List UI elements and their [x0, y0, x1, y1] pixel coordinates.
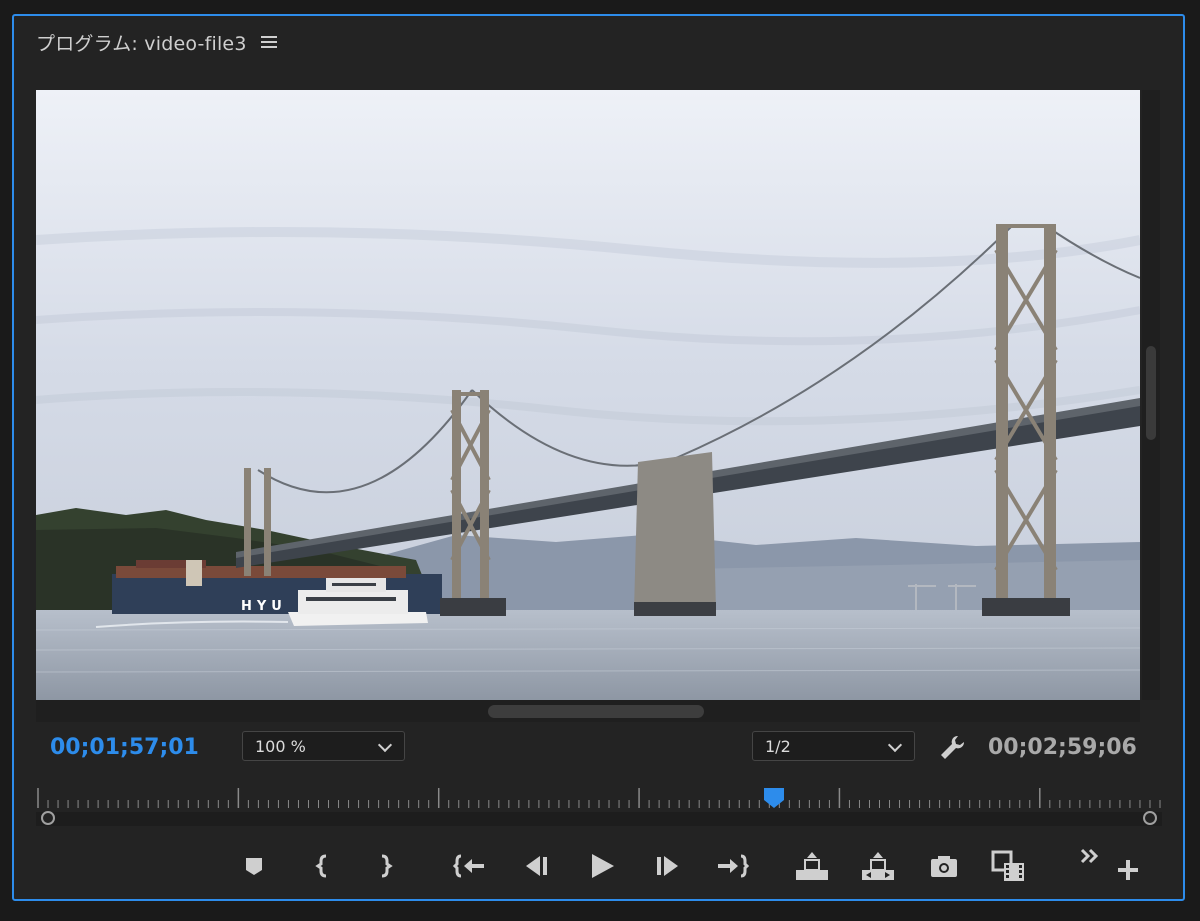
time-ruler[interactable] — [36, 786, 1162, 836]
vertical-scrollbar[interactable] — [1142, 90, 1160, 700]
vertical-scrollbar-thumb[interactable] — [1146, 346, 1156, 440]
export-frame-icon[interactable] — [926, 848, 962, 884]
add-marker-icon[interactable] — [236, 848, 272, 884]
transport-controls — [14, 848, 1187, 888]
horizontal-scrollbar-thumb[interactable] — [488, 705, 704, 718]
navigator-end-handle[interactable] — [1143, 811, 1157, 825]
chevron-down-icon — [377, 737, 393, 753]
go-to-in-icon[interactable] — [452, 848, 488, 884]
panel-title[interactable]: プログラム: video-file3 — [36, 29, 247, 56]
step-forward-icon[interactable] — [650, 848, 686, 884]
more-icon[interactable] — [1074, 840, 1110, 876]
button-editor-icon[interactable] — [1110, 852, 1146, 888]
chevron-down-icon — [887, 737, 903, 753]
time-ruler-ticks — [37, 788, 1161, 808]
wrench-icon[interactable] — [938, 733, 968, 763]
panel-header: プログラム: video-file3 — [36, 28, 277, 56]
horizontal-scrollbar[interactable] — [36, 700, 1140, 722]
hamburger-menu-icon[interactable] — [260, 36, 277, 48]
playback-resolution-value: 1/2 — [765, 736, 791, 756]
go-to-out-icon[interactable] — [714, 848, 750, 884]
program-monitor-panel: プログラム: video-file3 HYU 00;01;57;01 100 %… — [12, 14, 1185, 901]
navigator-bar[interactable] — [36, 812, 1162, 826]
mark-out-icon[interactable] — [366, 848, 402, 884]
navigator-start-handle[interactable] — [41, 811, 55, 825]
comparison-view-icon[interactable] — [990, 848, 1026, 884]
step-back-icon[interactable] — [518, 848, 554, 884]
bay-bridge-scene: HYU — [36, 90, 1140, 700]
lift-icon[interactable] — [794, 848, 830, 884]
zoom-level-value: 100 % — [255, 736, 306, 756]
duration-timecode: 00;02;59;06 — [988, 735, 1137, 760]
playhead-indicator[interactable] — [762, 786, 786, 810]
playback-resolution-select[interactable]: 1/2 — [752, 731, 915, 761]
current-timecode[interactable]: 00;01;57;01 — [50, 735, 199, 760]
extract-icon[interactable] — [860, 848, 896, 884]
mark-in-icon[interactable] — [306, 848, 342, 884]
svg-text:HYU: HYU — [241, 599, 287, 614]
zoom-level-select[interactable]: 100 % — [242, 731, 405, 761]
video-frame[interactable]: HYU — [36, 90, 1140, 700]
play-icon[interactable] — [584, 848, 620, 884]
